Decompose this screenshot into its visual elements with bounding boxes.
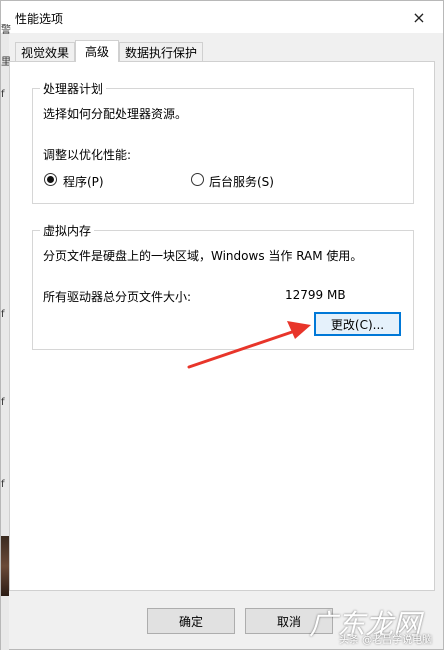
radio-programs[interactable] <box>44 173 57 186</box>
radio-background-services-label[interactable]: 后台服务(S) <box>209 173 274 190</box>
background-glyph: f <box>1 397 5 408</box>
title-bar[interactable]: 性能选项 × <box>1 1 443 33</box>
background-glyph: f <box>1 89 5 100</box>
processor-scheduling-title: 处理器计划 <box>40 80 107 97</box>
tab-data-execution-prevention[interactable]: 数据执行保护 <box>119 42 203 61</box>
tab-visual-effects[interactable]: 视觉效果 <box>15 42 75 61</box>
background-image-strip <box>1 536 9 596</box>
total-paging-file-label: 所有驱动器总分页文件大小: <box>43 290 192 304</box>
watermark-logo: 广东龙网 头条 @老吕学说电脑 <box>301 601 441 647</box>
radio-programs-label[interactable]: 程序(P) <box>63 173 104 190</box>
background-glyph: f <box>1 309 5 320</box>
total-paging-file-value: 12799 MB <box>285 288 346 302</box>
ok-button[interactable]: 确定 <box>147 608 235 634</box>
watermark-credit: 头条 @老吕学说电脑 <box>339 635 433 646</box>
window-title: 性能选项 <box>15 12 64 26</box>
background-glyph: f <box>1 479 5 490</box>
performance-options-dialog: 性能选项 × 警 里 f f f f 视觉效果 高级 数据执行保护 处理器计划 … <box>0 0 444 650</box>
virtual-memory-title: 虚拟内存 <box>40 222 95 239</box>
close-icon[interactable]: × <box>399 1 439 33</box>
background-glyph: 警 <box>1 25 11 36</box>
radio-background-services[interactable] <box>191 173 204 186</box>
tab-advanced[interactable]: 高级 <box>75 40 119 62</box>
virtual-memory-description: 分页文件是硬盘上的一块区域，Windows 当作 RAM 使用。 <box>43 249 363 263</box>
adjust-performance-label: 调整以优化性能: <box>43 148 132 162</box>
change-button[interactable]: 更改(C)... <box>314 312 401 336</box>
processor-description: 选择如何分配处理器资源。 <box>43 107 188 121</box>
